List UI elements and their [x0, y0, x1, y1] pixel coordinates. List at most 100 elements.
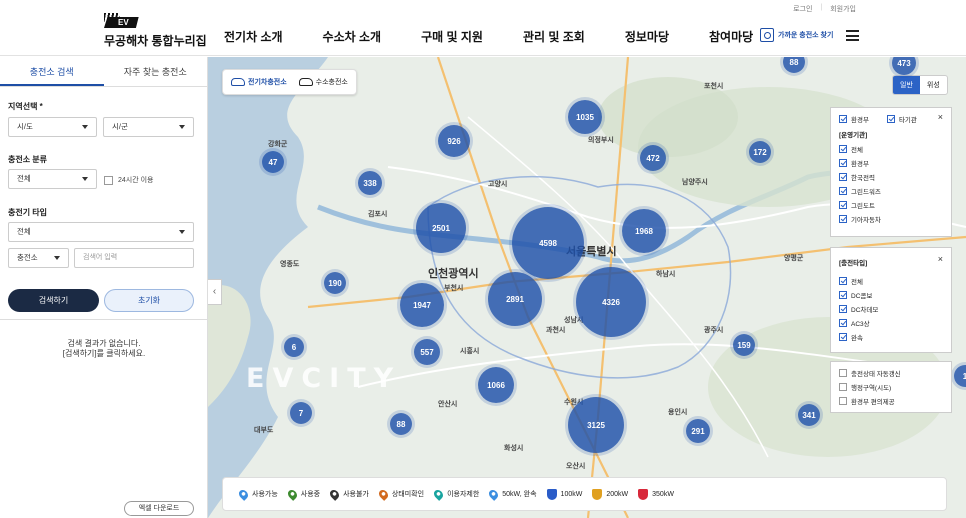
map-cluster[interactable]: 2501	[416, 203, 466, 253]
sido-select[interactable]: 시/도	[8, 117, 97, 137]
map-legend: 사용가능 사용중 사용불가 상태미확인 이용자제한 50kW, 완속 100kW…	[222, 477, 947, 511]
map-cluster[interactable]: 341	[798, 404, 820, 426]
charger-type-item[interactable]: 완속	[831, 330, 951, 344]
sigun-select[interactable]: 시/군	[103, 117, 194, 137]
search-button[interactable]: 검색하기	[8, 289, 99, 312]
tab-favorite-stations[interactable]: 자주 찾는 충전소	[104, 57, 208, 86]
map-cluster[interactable]: 338	[358, 171, 382, 195]
close-icon[interactable]: ×	[938, 112, 943, 122]
checkbox-checked-icon[interactable]	[839, 115, 847, 123]
option-item-label: 환경부 편의제공	[851, 399, 895, 406]
map-cluster[interactable]: 159	[733, 334, 755, 356]
option-item-label: 충전상태 자동갱신	[851, 371, 901, 378]
charger-type-item[interactable]: 전체	[831, 274, 951, 288]
login-link[interactable]: 로그인	[793, 4, 812, 14]
option-item[interactable]: 충전상태 자동갱신	[831, 366, 951, 380]
map-cluster[interactable]: 291	[686, 419, 710, 443]
map-cluster[interactable]: 88	[390, 413, 412, 435]
nav-purchase[interactable]: 구매 및 지원	[421, 28, 483, 45]
charger-type-item[interactable]: DC콤보	[831, 288, 951, 302]
checkbox-box	[104, 175, 113, 185]
logo-title: 무공해차 통합누리집	[104, 34, 207, 48]
site-logo[interactable]: EV 무공해차 통합누리집	[104, 12, 207, 49]
pin-icon	[432, 487, 445, 501]
map-cluster[interactable]: 1035	[568, 100, 602, 134]
pin-icon	[487, 487, 501, 501]
legend-label: 사용중	[300, 491, 321, 498]
view-satellite-button[interactable]: 위성	[920, 76, 947, 94]
chevron-down-icon	[179, 230, 185, 234]
24h-checkbox[interactable]: 24시간 이용	[104, 175, 154, 185]
panel-collapse-button[interactable]: ‹	[208, 279, 222, 305]
map-cluster[interactable]: 557	[414, 339, 440, 365]
ev-charger-tab[interactable]: 전기차충전소	[231, 77, 287, 87]
charger-type-item[interactable]: DC차데모	[831, 302, 951, 316]
hydrogen-charger-tab[interactable]: 수소충전소	[298, 77, 348, 87]
map-cluster[interactable]: 2891	[488, 272, 542, 326]
charger-type-label: 충전기 타입	[8, 208, 48, 217]
charger-type-item[interactable]: AC3상	[831, 316, 951, 330]
place-label: 오산시	[566, 463, 586, 470]
operator-item[interactable]: 기아자동차	[831, 212, 951, 226]
map-cluster[interactable]: 1066	[478, 367, 514, 403]
map-cluster[interactable]: 190	[324, 272, 346, 294]
operator-item[interactable]: 한국전력	[831, 170, 951, 184]
sido-value: 시/도	[17, 122, 33, 131]
nearby-charger-label: 가까운 충전소 찾기	[778, 32, 834, 39]
operator-item-label: 환경부	[851, 161, 869, 168]
charger-type-select[interactable]: 전체	[8, 222, 194, 242]
nearby-charger-button[interactable]: 가까운 충전소 찾기	[760, 28, 833, 42]
checkbox-checked-icon	[839, 187, 847, 195]
legend-unknown: 상태미확인	[376, 487, 424, 501]
panel-tabs: 충전소 검색 자주 찾는 충전소	[0, 57, 207, 87]
operator-item[interactable]: 환경부	[831, 156, 951, 170]
checkbox-checked-icon	[839, 215, 847, 223]
category-select[interactable]: 전체	[8, 169, 97, 189]
charger-map[interactable]: ‹ 전기차충전소 수소충전소 일반 위성 인천광역시 서울특별시 의정부시 남양…	[208, 57, 966, 518]
map-cluster[interactable]: 926	[438, 125, 470, 157]
map-cluster[interactable]: 47	[262, 151, 284, 173]
nav-manage[interactable]: 관리 및 조회	[523, 28, 585, 45]
map-cluster[interactable]: 472	[640, 145, 666, 171]
checkbox-checked-icon[interactable]	[886, 115, 895, 123]
view-normal-button[interactable]: 일반	[893, 76, 920, 94]
map-cluster[interactable]: 1947	[400, 283, 444, 327]
chevron-down-icon	[82, 125, 88, 129]
nav-fcev-intro[interactable]: 수소차 소개	[323, 28, 382, 45]
map-cluster[interactable]: 4598	[512, 207, 584, 279]
map-cluster[interactable]: 3125	[568, 397, 624, 453]
close-icon[interactable]: ×	[938, 254, 943, 264]
map-cluster[interactable]: 4326	[576, 267, 646, 337]
map-cluster[interactable]: 6	[284, 337, 304, 357]
pin-icon	[328, 487, 341, 501]
tab-station-search[interactable]: 충전소 검색	[0, 57, 104, 86]
signup-link[interactable]: 회원가입	[830, 4, 856, 14]
chevron-down-icon	[179, 125, 185, 129]
nav-info[interactable]: 정보마당	[625, 28, 669, 45]
map-cluster[interactable]: 7	[290, 402, 312, 424]
reset-button[interactable]: 초기화	[104, 289, 194, 312]
charger-type-item-label: AC3상	[851, 321, 870, 328]
option-item[interactable]: 행정구역(시도)	[831, 380, 951, 394]
nav-participate[interactable]: 참여마당	[709, 28, 753, 45]
option-item[interactable]: 환경부 편의제공	[831, 394, 951, 408]
search-input[interactable]: 검색어 입력	[74, 248, 194, 268]
charger-search-icon	[760, 28, 774, 42]
place-label: 인천광역시	[428, 268, 479, 280]
menu-icon[interactable]	[846, 30, 859, 41]
place-label: 하남시	[656, 271, 676, 278]
nav-ev-intro[interactable]: 전기차 소개	[224, 28, 283, 45]
map-cluster[interactable]: 1968	[622, 209, 666, 253]
place-label: 대부도	[254, 427, 274, 434]
operator-item[interactable]: 전체	[831, 142, 951, 156]
operator-item[interactable]: 그린도트	[831, 198, 951, 212]
hydrogen-car-icon	[298, 78, 313, 86]
chevron-down-icon	[54, 256, 60, 260]
checkbox-checked-icon	[839, 201, 847, 209]
operator-item[interactable]: 그린드워즈	[831, 184, 951, 198]
checkbox-checked-icon	[839, 333, 847, 341]
map-cluster[interactable]: 172	[749, 141, 771, 163]
excel-download-button[interactable]: 엑셀 다운로드	[124, 501, 194, 516]
search-scope-select[interactable]: 충전소	[8, 248, 69, 268]
pin-icon	[237, 487, 250, 501]
